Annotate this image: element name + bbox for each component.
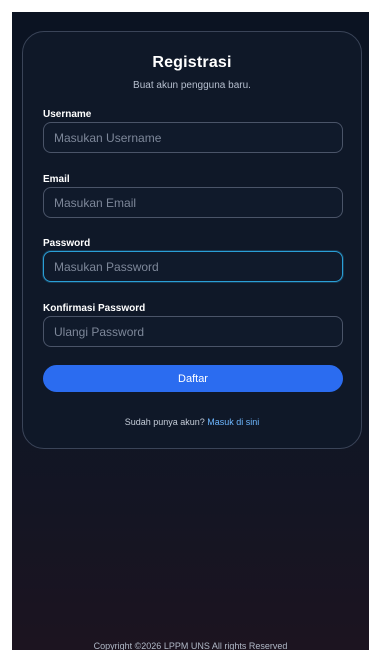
page-title: Registrasi: [152, 54, 232, 71]
login-prompt-text: Sudah punya akun?: [124, 417, 205, 427]
page-subtitle: Buat akun pengguna baru.: [133, 80, 251, 91]
login-link[interactable]: Masuk di sini: [207, 417, 259, 427]
confirm-password-field[interactable]: [43, 316, 343, 347]
register-button[interactable]: Daftar: [43, 365, 343, 392]
app-screen: Registrasi Buat akun pengguna baru. User…: [12, 12, 369, 650]
email-field[interactable]: [43, 187, 343, 218]
password-field[interactable]: [43, 251, 343, 282]
password-label: Password: [43, 238, 91, 249]
registration-card: Registrasi Buat akun pengguna baru. User…: [22, 31, 362, 449]
username-label: Username: [43, 109, 92, 120]
login-prompt: Sudah punya akun? Masuk di sini: [23, 417, 361, 427]
username-field[interactable]: [43, 122, 343, 153]
footer-copyright: Copyright ©2026 LPPM UNS All rights Rese…: [93, 641, 288, 650]
email-label: Email: [43, 174, 70, 185]
confirm-password-label: Konfirmasi Password: [43, 303, 146, 314]
